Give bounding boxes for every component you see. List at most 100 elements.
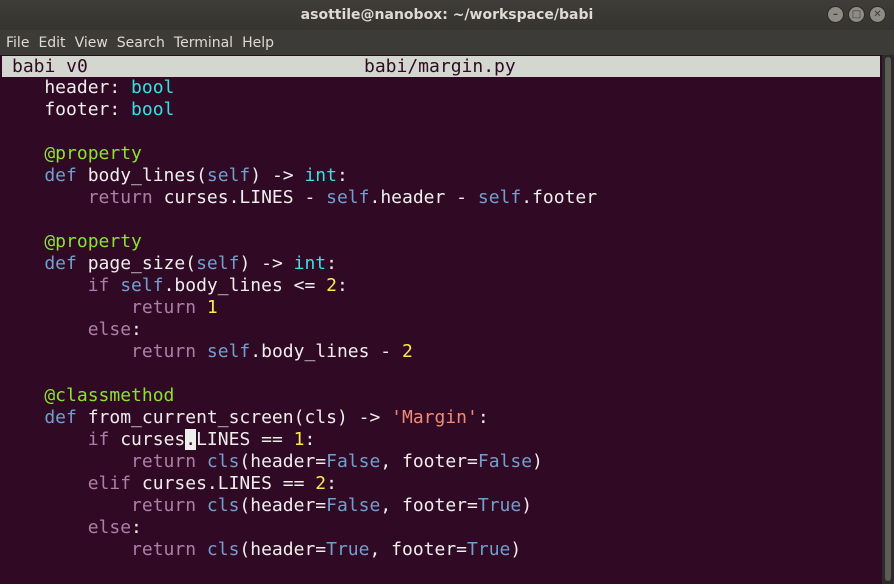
code-token: ) -> [239,253,294,274]
code-token: @property [1,231,142,252]
code-token: , footer= [380,495,478,516]
code-token: int [293,253,327,274]
code-line[interactable]: def page_size(self) -> int: [1,253,597,275]
code-line[interactable]: return self.body_lines - 2 [1,341,597,363]
code-line[interactable]: if self.body_lines <= 2: [1,275,597,297]
code-token: 2 [315,473,327,494]
title-bar[interactable]: asottile@nanobox: ~/workspace/babi – □ ✕ [0,0,894,30]
code-token: : [326,473,337,494]
code-line[interactable]: @property [1,143,597,165]
code-token: return [1,187,164,208]
code-line[interactable]: def body_lines(self) -> int: [1,165,597,187]
code-token: , footer= [369,539,468,560]
code-token: LINES == [196,429,294,450]
code-token: True [467,539,511,560]
code-area[interactable]: header: bool footer: bool @property def … [1,77,597,561]
code-token: self [326,187,370,208]
code-token: if [1,275,121,296]
code-line[interactable]: @property [1,231,597,253]
code-token: bool [131,99,175,120]
editor-filename: babi/margin.py [364,56,516,77]
window-title: asottile@nanobox: ~/workspace/babi [300,7,594,23]
code-token: : [326,253,337,274]
code-token: .body_lines - [250,341,402,362]
code-token: @property [1,143,142,164]
code-token: curses.LINES == [141,473,316,494]
menu-item-help[interactable]: Help [242,35,274,51]
code-token: def [1,165,88,186]
code-line[interactable]: else: [1,517,597,539]
code-token: @classmethod [1,385,175,406]
code-line[interactable]: elif curses.LINES == 2: [1,473,597,495]
vertical-scrollbar[interactable] [882,55,894,584]
code-line[interactable]: return cls(header=False, footer=True) [1,495,597,517]
code-token: elif [1,473,142,494]
code-line[interactable]: footer: bool [1,99,597,121]
close-button[interactable]: ✕ [869,6,886,23]
code-line[interactable] [1,209,597,231]
maximize-icon: □ [851,8,862,20]
menu-item-edit[interactable]: Edit [38,35,65,51]
code-token: False [326,495,381,516]
code-token: def [1,407,88,428]
code-token: curses [120,429,186,450]
scrollbar-thumb[interactable] [885,57,891,581]
menu-item-file[interactable]: File [6,35,29,51]
code-token: if [1,429,121,450]
code-token: return [1,297,207,318]
code-token: 1 [293,429,305,450]
code-token: cls [206,451,240,472]
menu-item-search[interactable]: Search [117,35,165,51]
code-token: def [1,253,88,274]
code-token: .footer [521,187,598,208]
code-line[interactable]: else: [1,319,597,341]
text-cursor: . [185,429,197,450]
code-token: cls [206,539,240,560]
code-token: False [326,451,381,472]
editor-status-header: babi v0 babi/margin.py [2,56,880,77]
editor-app-name: babi v0 [12,56,88,77]
code-token: : [131,319,142,340]
code-line[interactable]: header: bool [1,77,597,99]
minimize-button[interactable]: – [827,6,844,23]
code-token: int [304,165,337,186]
code-line[interactable]: return 1 [1,297,597,319]
menu-item-terminal[interactable]: Terminal [174,35,233,51]
code-token: 2 [401,341,413,362]
menu-item-view[interactable]: View [75,35,108,51]
terminal-window: asottile@nanobox: ~/workspace/babi – □ ✕ F… [0,0,894,584]
code-token: (header= [239,495,327,516]
maximize-button[interactable]: □ [848,6,865,23]
code-line[interactable]: return curses.LINES - self.header - self… [1,187,597,209]
menu-bar: File Edit View Search Terminal Help [0,30,894,55]
code-line[interactable]: if curses.LINES == 1: [1,429,597,451]
code-token: .header - [369,187,478,208]
code-line[interactable]: def from_current_screen(cls) -> 'Margin'… [1,407,597,429]
code-token: 'Margin' [391,407,478,428]
code-token: bool [131,77,175,98]
code-line[interactable] [1,363,597,385]
code-token: return [1,495,207,516]
code-token: page_size( [87,253,197,274]
code-token: from_current_screen(cls) -> [87,407,392,428]
terminal-content[interactable]: babi v0 babi/margin.py header: bool foot… [0,55,882,584]
code-line[interactable] [1,121,597,143]
code-line[interactable]: @classmethod [1,385,597,407]
close-icon: ✕ [873,8,882,20]
code-token: return [1,451,207,472]
code-token: self [120,275,164,296]
code-token: 2 [326,275,337,296]
code-line[interactable]: return cls(header=True, footer=True) [1,539,597,561]
minimize-icon: – [833,8,838,20]
code-token: body_lines( [87,165,207,186]
code-token: ) [532,451,543,472]
code-token: footer: [1,99,132,120]
code-token: .body_lines <= [163,275,327,296]
code-token: 1 [206,297,218,318]
code-line[interactable]: return cls(header=False, footer=False) [1,451,597,473]
code-token: self [206,165,251,186]
code-token: , footer= [380,451,478,472]
code-token: : [336,165,348,186]
window-controls: – □ ✕ [827,6,886,23]
code-token: (header= [239,451,327,472]
